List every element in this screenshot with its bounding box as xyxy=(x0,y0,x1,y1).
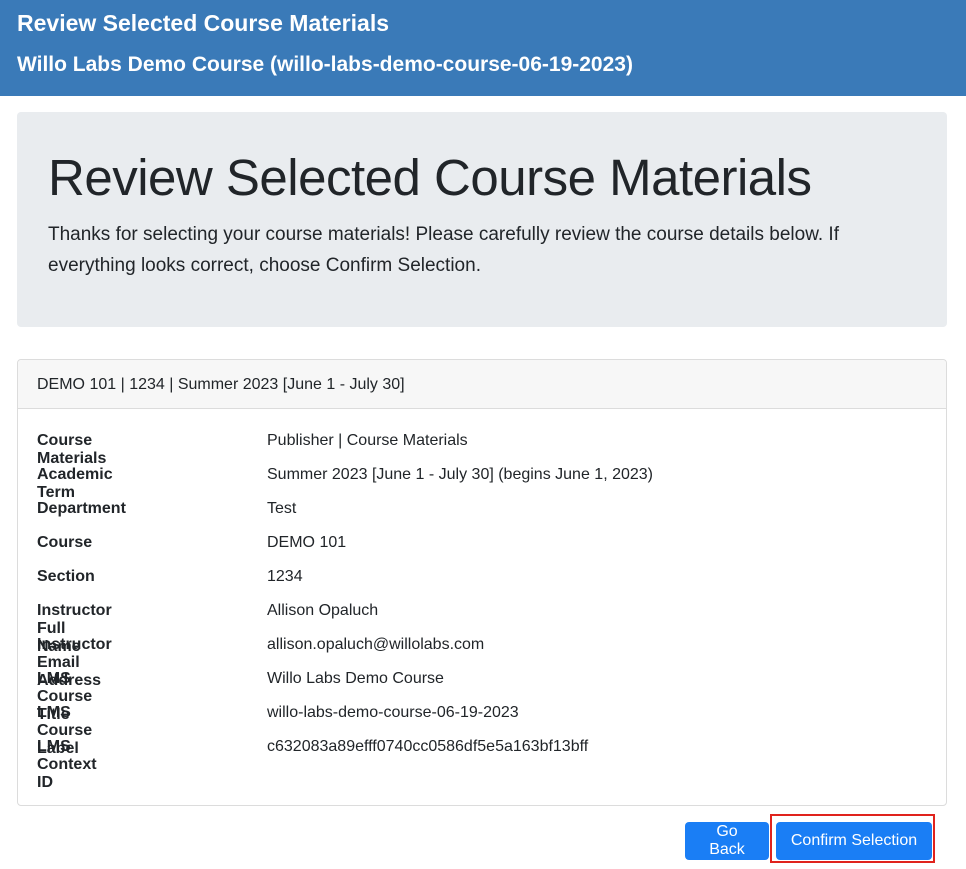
detail-value: Test xyxy=(267,500,297,517)
detail-label: Academic Term xyxy=(37,466,113,501)
detail-value: Allison Opaluch xyxy=(267,602,379,619)
detail-label: Section xyxy=(37,568,95,585)
detail-value: DEMO 101 xyxy=(267,534,347,551)
top-header-bar: Review Selected Course Materials Willo L… xyxy=(0,0,966,96)
detail-label: Course xyxy=(37,534,93,551)
detail-value: willo-labs-demo-course-06-19-2023 xyxy=(267,704,519,721)
detail-value: Publisher | Course Materials xyxy=(267,432,468,449)
detail-value: allison.opaluch@willolabs.com xyxy=(267,636,485,653)
header-title: Review Selected Course Materials xyxy=(17,10,389,36)
course-details-card: DEMO 101 | 1234 | Summer 2023 [June 1 - … xyxy=(17,359,947,806)
intro-panel: Review Selected Course Materials Thanks … xyxy=(17,112,947,327)
page-title: Review Selected Course Materials xyxy=(48,149,812,206)
detail-label: LMS Context ID xyxy=(37,738,97,791)
card-header: DEMO 101 | 1234 | Summer 2023 [June 1 - … xyxy=(18,360,946,409)
detail-value: Willo Labs Demo Course xyxy=(267,670,444,687)
confirm-selection-button[interactable]: Confirm Selection xyxy=(776,822,932,860)
detail-label: Course Materials xyxy=(37,432,107,467)
detail-label: Department xyxy=(37,500,126,517)
header-subtitle: Willo Labs Demo Course (willo-labs-demo-… xyxy=(17,53,633,76)
detail-value: 1234 xyxy=(267,568,303,585)
card-header-text: DEMO 101 | 1234 | Summer 2023 [June 1 - … xyxy=(37,376,405,393)
go-back-button[interactable]: Go Back xyxy=(685,822,769,860)
intro-text: Thanks for selecting your course materia… xyxy=(48,224,839,276)
detail-value: Summer 2023 [June 1 - July 30] (begins J… xyxy=(267,466,653,483)
detail-value: c632083a89efff0740cc0586df5e5a163bf13bff xyxy=(267,738,589,755)
